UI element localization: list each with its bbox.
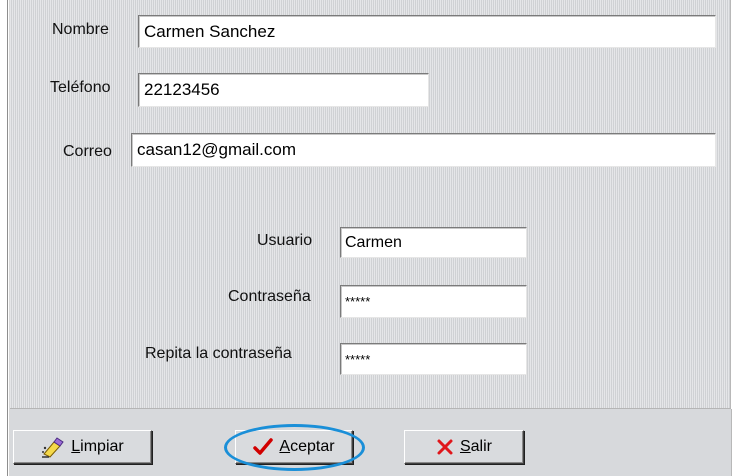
salir-button[interactable]: Salir [404,430,524,464]
telefono-label: Teléfono [50,79,111,96]
x-icon [436,438,454,456]
correo-label: Correo [63,143,112,160]
contrasena-input[interactable] [340,285,527,318]
usuario-input[interactable] [340,227,527,258]
nombre-input[interactable] [138,15,716,48]
correo-input[interactable] [131,133,716,167]
repita-contrasena-label: Repita la contraseña [145,345,292,362]
eraser-icon [41,436,65,458]
window-left-border [7,0,8,476]
highlight-ellipse [224,424,365,471]
form-panel: Nombre Teléfono Correo Usuario Contraseñ… [10,0,731,408]
registration-window: Nombre Teléfono Correo Usuario Contraseñ… [0,0,739,476]
button-bar: Limpiar Aceptar Salir [10,409,732,476]
limpiar-button[interactable]: Limpiar [13,430,152,464]
contrasena-label: Contraseña [228,288,311,305]
limpiar-label: Limpiar [71,438,124,455]
salir-label: Salir [459,438,492,455]
nombre-label: Nombre [52,21,109,38]
repita-contrasena-input[interactable] [340,343,527,375]
usuario-label: Usuario [257,232,313,249]
telefono-input[interactable] [138,73,429,107]
